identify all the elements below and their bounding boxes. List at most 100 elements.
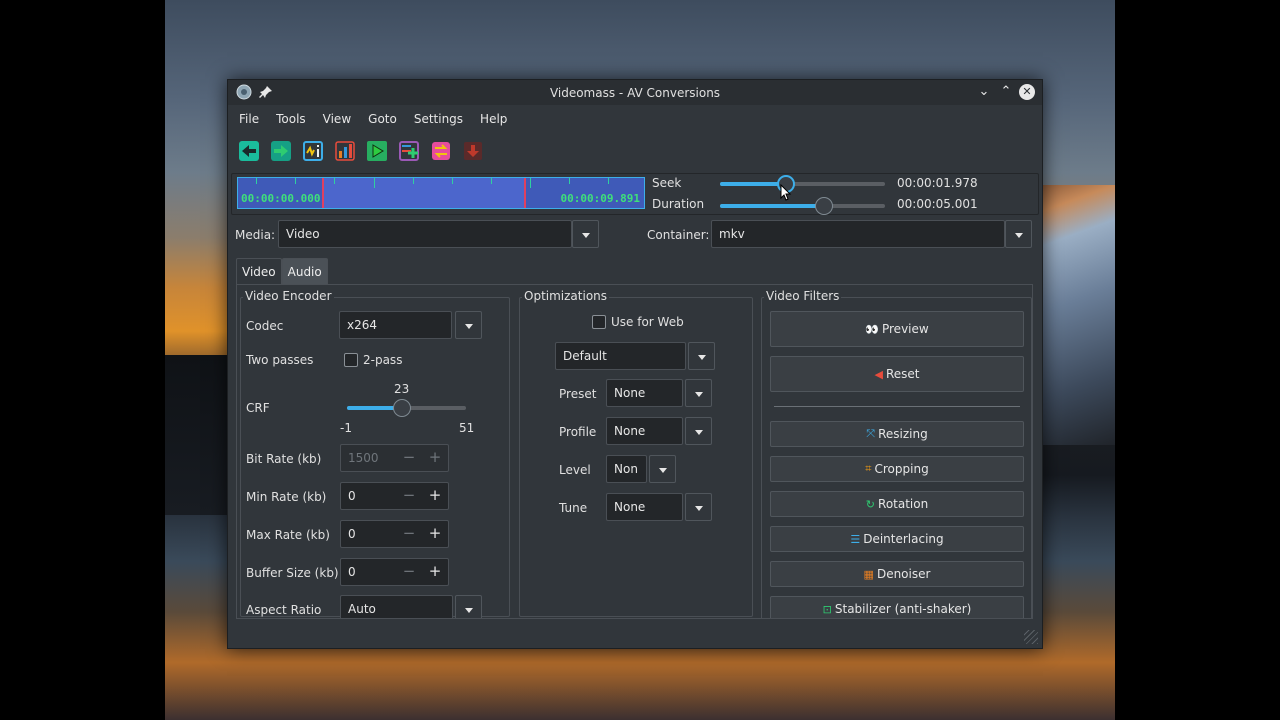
container-label: Container: — [647, 228, 710, 242]
maxrate-value[interactable]: 0 — [348, 527, 356, 541]
convert-icon[interactable] — [430, 140, 452, 162]
media-dropdown-button[interactable] — [572, 220, 599, 248]
preview-button[interactable]: 👀 Preview — [770, 311, 1024, 347]
duration-slider-fill — [720, 204, 824, 208]
minrate-value[interactable]: 0 — [348, 489, 356, 503]
reset-button[interactable]: ◀ Reset — [770, 356, 1024, 392]
codec-combobox[interactable]: x264 — [339, 311, 452, 339]
duration-slider[interactable] — [720, 197, 885, 215]
menu-bar: File Tools View Goto Settings Help — [228, 108, 513, 130]
seek-slider[interactable] — [720, 175, 885, 193]
resizing-button-label: Resizing — [878, 427, 928, 441]
tune-dropdown-button[interactable] — [685, 493, 712, 521]
profile-dropdown-button[interactable] — [685, 417, 712, 445]
bufsize-increment-button[interactable]: + — [426, 562, 444, 580]
level-combobox[interactable]: Non — [606, 455, 647, 483]
arrow-right-icon[interactable] — [270, 140, 292, 162]
maxrate-decrement-button[interactable]: − — [400, 524, 418, 542]
stats-chart-icon[interactable] — [334, 140, 356, 162]
video-encoder-group: Video Encoder Codec x264 Two passes 2-pa… — [240, 289, 510, 618]
preset-mode-combobox[interactable]: Default — [555, 342, 686, 370]
menu-goto[interactable]: Goto — [357, 108, 403, 130]
crf-min: -1 — [340, 421, 352, 435]
rotation-button[interactable]: ↻ Rotation — [770, 491, 1024, 517]
minrate-increment-button[interactable]: + — [426, 486, 444, 504]
aspect-ratio-dropdown-button[interactable] — [455, 595, 482, 618]
stop-icon[interactable] — [462, 140, 484, 162]
container-dropdown-button[interactable] — [1005, 220, 1032, 248]
duration-slider-handle[interactable] — [815, 197, 833, 215]
arrow-left-icon[interactable] — [238, 140, 260, 162]
denoiser-button[interactable]: ▦ Denoiser — [770, 561, 1024, 587]
tune-combobox[interactable]: None — [606, 493, 683, 521]
profile-label: Profile — [559, 425, 597, 439]
menu-help[interactable]: Help — [469, 108, 513, 130]
timeline-tick — [334, 178, 335, 184]
bitrate-value: 1500 — [348, 451, 379, 465]
tab-video[interactable]: Video — [236, 258, 282, 284]
two-pass-check-label: 2-pass — [363, 353, 403, 367]
title-bar: Videomass - AV Conversions ⌄ ⌃ ✕ — [228, 80, 1042, 105]
level-dropdown-button[interactable] — [649, 455, 676, 483]
seek-label: Seek — [652, 176, 682, 190]
bitrate-label: Bit Rate (kb) — [246, 452, 322, 466]
bitrate-spinbox: 1500 − + — [340, 444, 449, 472]
deinterlacing-button[interactable]: ☰ Deinterlacing — [770, 526, 1024, 552]
preset-dropdown-button[interactable] — [685, 379, 712, 407]
menu-tools[interactable]: Tools — [265, 108, 312, 130]
timeline-tick — [608, 178, 609, 184]
close-button[interactable]: ✕ — [1019, 84, 1035, 100]
add-queue-icon[interactable] — [398, 140, 420, 162]
stabilizer-button-label: Stabilizer (anti-shaker) — [834, 602, 972, 616]
maximize-button[interactable]: ⌃ — [998, 84, 1014, 100]
eyes-icon: 👀 — [865, 322, 879, 336]
profile-combobox[interactable]: None — [606, 417, 683, 445]
preset-mode-dropdown-button[interactable] — [688, 342, 715, 370]
bufsize-spinbox[interactable]: 0 − + — [340, 558, 449, 586]
timeline-ruler[interactable]: 00:00:00.000 00:00:09.891 — [237, 177, 645, 209]
crop-icon: ⌗ — [865, 462, 872, 475]
crf-label: CRF — [246, 401, 270, 415]
reset-button-label: Reset — [885, 367, 920, 381]
timeline-tick — [295, 178, 296, 184]
tab-bar: Video Audio — [236, 258, 328, 284]
menu-settings[interactable]: Settings — [403, 108, 469, 130]
container-combobox[interactable]: mkv — [711, 220, 1005, 248]
filters-separator — [774, 406, 1020, 407]
minrate-decrement-button[interactable]: − — [400, 486, 418, 504]
media-info-icon[interactable] — [302, 140, 324, 162]
resize-grip[interactable] — [1024, 630, 1038, 644]
video-filters-group: Video Filters 👀 Preview ◀ Reset ⤧ Resizi… — [761, 289, 1032, 618]
right-letterbox — [1115, 0, 1280, 720]
minrate-spinbox[interactable]: 0 − + — [340, 482, 449, 510]
resizing-button[interactable]: ⤧ Resizing — [770, 421, 1024, 447]
tab-audio[interactable]: Audio — [281, 258, 328, 284]
deinterlace-icon: ☰ — [850, 532, 861, 546]
bitrate-decrement-button: − — [402, 448, 416, 466]
menu-file[interactable]: File — [228, 108, 265, 130]
reset-arrow-icon: ◀ — [874, 367, 883, 381]
crf-slider[interactable] — [347, 399, 466, 417]
timeline-selection[interactable] — [322, 178, 526, 208]
menu-view[interactable]: View — [312, 108, 357, 130]
bufsize-value[interactable]: 0 — [348, 565, 356, 579]
minimize-button[interactable]: ⌄ — [976, 84, 992, 100]
media-combobox[interactable]: Video — [278, 220, 572, 248]
play-icon[interactable] — [366, 140, 388, 162]
codec-dropdown-button[interactable] — [455, 311, 482, 339]
level-label: Level — [559, 463, 591, 477]
toolbar — [238, 140, 484, 162]
crf-slider-handle[interactable] — [393, 399, 411, 417]
timeline-tick — [530, 178, 531, 188]
maxrate-increment-button[interactable]: + — [426, 524, 444, 542]
rotation-button-label: Rotation — [878, 497, 929, 511]
preset-combobox[interactable]: None — [606, 379, 683, 407]
tune-label: Tune — [559, 501, 588, 515]
use-for-web-checkbox[interactable] — [592, 315, 606, 329]
maxrate-spinbox[interactable]: 0 − + — [340, 520, 449, 548]
cropping-button[interactable]: ⌗ Cropping — [770, 456, 1024, 482]
bufsize-decrement-button[interactable]: − — [400, 562, 418, 580]
aspect-ratio-combobox[interactable]: Auto — [340, 595, 453, 618]
two-pass-checkbox[interactable] — [344, 353, 358, 367]
stabilizer-button[interactable]: ⊡ Stabilizer (anti-shaker) — [770, 596, 1024, 618]
